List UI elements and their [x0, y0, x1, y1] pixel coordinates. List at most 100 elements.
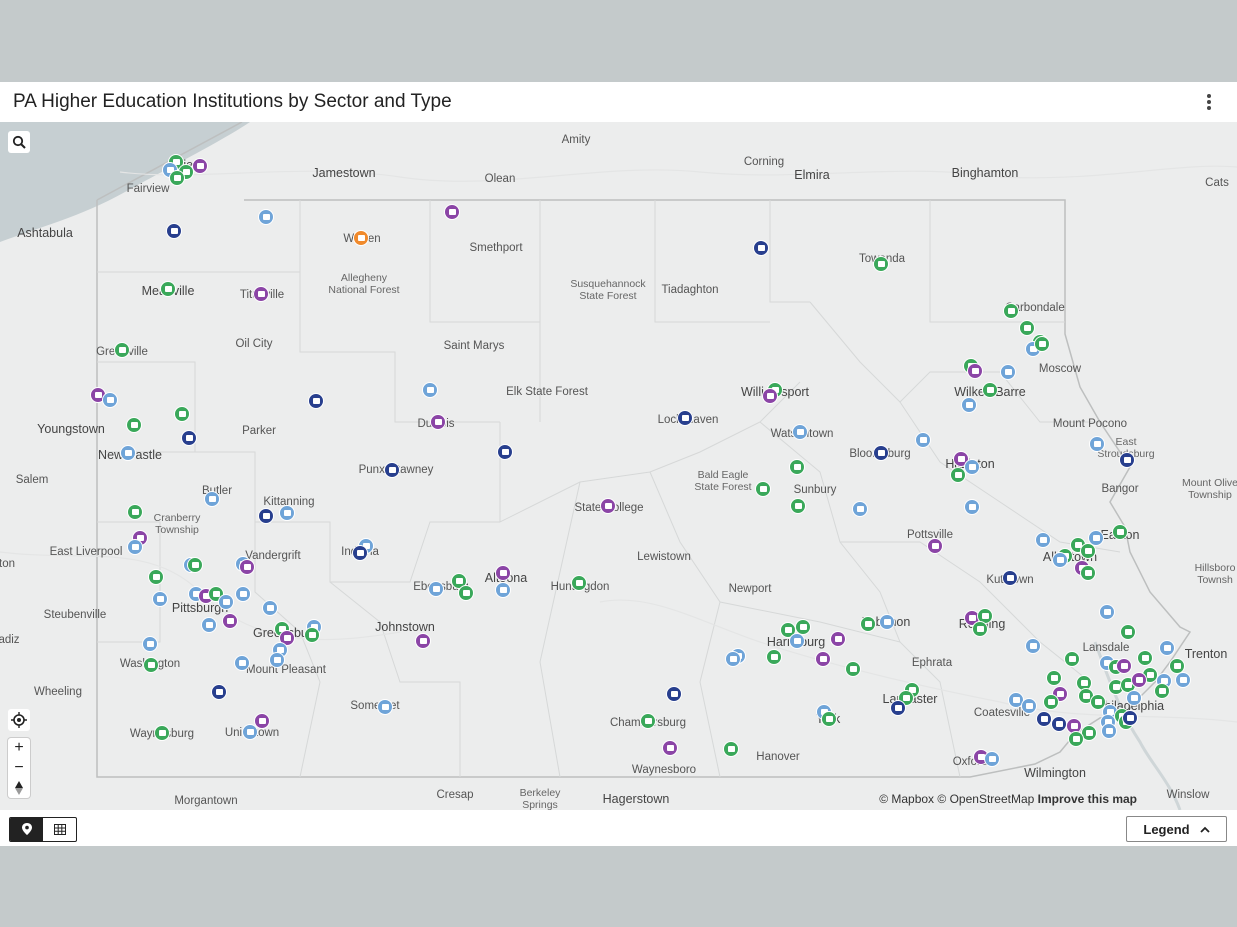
institution-marker[interactable]: [890, 700, 906, 716]
compass-icon[interactable]: [8, 778, 30, 798]
institution-marker[interactable]: [815, 651, 831, 667]
institution-marker[interactable]: [1122, 710, 1138, 726]
institution-marker[interactable]: [972, 621, 988, 637]
institution-marker[interactable]: [495, 565, 511, 581]
institution-marker[interactable]: [571, 575, 587, 591]
institution-marker[interactable]: [845, 661, 861, 677]
institution-marker[interactable]: [154, 725, 170, 741]
institution-marker[interactable]: [860, 616, 876, 632]
institution-marker[interactable]: [723, 741, 739, 757]
institution-marker[interactable]: [1019, 320, 1035, 336]
institution-marker[interactable]: [1154, 683, 1170, 699]
institution-marker[interactable]: [142, 636, 158, 652]
institution-marker[interactable]: [961, 397, 977, 413]
institution-marker[interactable]: [120, 445, 136, 461]
institution-marker[interactable]: [262, 600, 278, 616]
institution-marker[interactable]: [258, 209, 274, 225]
zoom-out-button[interactable]: −: [8, 758, 30, 778]
institution-marker[interactable]: [201, 617, 217, 633]
institution-marker[interactable]: [235, 586, 251, 602]
institution-marker[interactable]: [1126, 690, 1142, 706]
institution-marker[interactable]: [308, 393, 324, 409]
institution-marker[interactable]: [1051, 716, 1067, 732]
locate-icon[interactable]: [8, 709, 30, 731]
institution-marker[interactable]: [1101, 723, 1117, 739]
institution-marker[interactable]: [497, 444, 513, 460]
institution-marker[interactable]: [662, 740, 678, 756]
map-canvas[interactable]: Amity Corning Elmira Binghamton Cats Jamestow…: [0, 122, 1237, 810]
institution-marker[interactable]: [114, 342, 130, 358]
institution-marker[interactable]: [1175, 672, 1191, 688]
institution-marker[interactable]: [234, 655, 250, 671]
institution-marker[interactable]: [1003, 303, 1019, 319]
institution-marker[interactable]: [143, 657, 159, 673]
institution-marker[interactable]: [353, 230, 369, 246]
institution-marker[interactable]: [152, 591, 168, 607]
search-icon[interactable]: [8, 131, 30, 153]
institution-marker[interactable]: [422, 382, 438, 398]
institution-marker[interactable]: [1099, 604, 1115, 620]
institution-marker[interactable]: [428, 581, 444, 597]
institution-marker[interactable]: [1035, 532, 1051, 548]
institution-marker[interactable]: [174, 406, 190, 422]
institution-marker[interactable]: [458, 585, 474, 601]
institution-marker[interactable]: [1080, 543, 1096, 559]
map-view-button[interactable]: [10, 818, 43, 841]
zoom-in-button[interactable]: +: [8, 738, 30, 758]
institution-marker[interactable]: [789, 633, 805, 649]
institution-marker[interactable]: [879, 614, 895, 630]
institution-marker[interactable]: [1112, 524, 1128, 540]
institution-marker[interactable]: [1034, 336, 1050, 352]
institution-marker[interactable]: [222, 613, 238, 629]
institution-marker[interactable]: [789, 459, 805, 475]
institution-marker[interactable]: [415, 633, 431, 649]
institution-marker[interactable]: [279, 505, 295, 521]
institution-marker[interactable]: [1137, 650, 1153, 666]
institution-marker[interactable]: [218, 594, 234, 610]
institution-marker[interactable]: [1068, 731, 1084, 747]
institution-marker[interactable]: [211, 684, 227, 700]
institution-marker[interactable]: [253, 286, 269, 302]
institution-marker[interactable]: [430, 414, 446, 430]
institution-marker[interactable]: [677, 410, 693, 426]
institution-marker[interactable]: [126, 417, 142, 433]
institution-marker[interactable]: [1043, 694, 1059, 710]
institution-marker[interactable]: [384, 462, 400, 478]
institution-marker[interactable]: [166, 223, 182, 239]
institution-marker[interactable]: [766, 649, 782, 665]
institution-marker[interactable]: [964, 499, 980, 515]
institution-marker[interactable]: [160, 281, 176, 297]
institution-marker[interactable]: [915, 432, 931, 448]
institution-marker[interactable]: [1025, 638, 1041, 654]
institution-marker[interactable]: [304, 627, 320, 643]
institution-marker[interactable]: [1046, 670, 1062, 686]
improve-map-link[interactable]: Improve this map: [1038, 792, 1137, 806]
institution-marker[interactable]: [1131, 672, 1147, 688]
institution-marker[interactable]: [984, 751, 1000, 767]
institution-marker[interactable]: [666, 686, 682, 702]
institution-marker[interactable]: [444, 204, 460, 220]
institution-marker[interactable]: [181, 430, 197, 446]
institution-marker[interactable]: [967, 363, 983, 379]
institution-marker[interactable]: [600, 498, 616, 514]
osm-credit-link[interactable]: © OpenStreetMap: [937, 792, 1034, 806]
more-options-icon[interactable]: [1199, 92, 1219, 112]
institution-marker[interactable]: [927, 538, 943, 554]
institution-marker[interactable]: [204, 491, 220, 507]
institution-marker[interactable]: [1002, 570, 1018, 586]
institution-marker[interactable]: [127, 539, 143, 555]
institution-marker[interactable]: [762, 388, 778, 404]
institution-marker[interactable]: [102, 392, 118, 408]
institution-marker[interactable]: [873, 445, 889, 461]
institution-marker[interactable]: [1159, 640, 1175, 656]
institution-marker[interactable]: [964, 459, 980, 475]
institution-marker[interactable]: [1000, 364, 1016, 380]
institution-marker[interactable]: [852, 501, 868, 517]
institution-marker[interactable]: [269, 652, 285, 668]
institution-marker[interactable]: [1119, 452, 1135, 468]
institution-marker[interactable]: [187, 557, 203, 573]
institution-marker[interactable]: [148, 569, 164, 585]
institution-marker[interactable]: [1021, 698, 1037, 714]
institution-marker[interactable]: [873, 256, 889, 272]
institution-marker[interactable]: [755, 481, 771, 497]
